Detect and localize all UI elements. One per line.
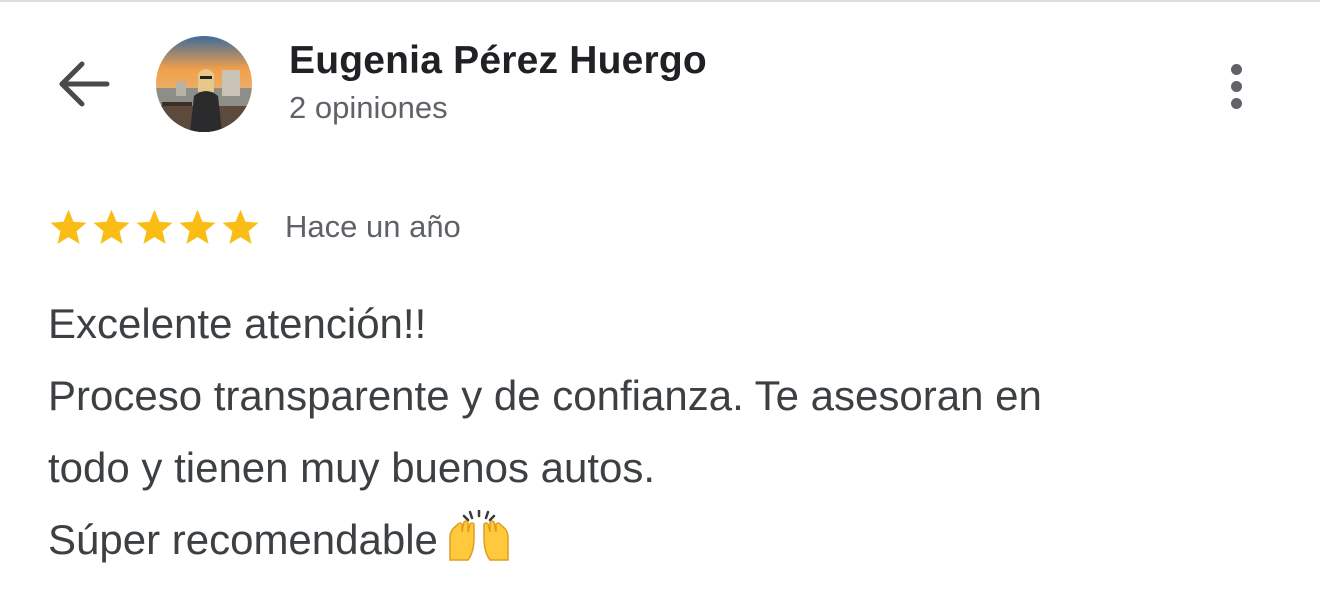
review-header: Eugenia Pérez Huergo 2 opiniones — [0, 0, 1320, 170]
avatar[interactable] — [156, 36, 252, 132]
reviewer-name[interactable]: Eugenia Pérez Huergo — [289, 39, 707, 83]
arrow-back-icon — [59, 61, 110, 107]
star-rating — [48, 207, 261, 248]
rating-row: Hace un año — [48, 205, 461, 249]
review-line-text: Súper recomendable — [48, 516, 438, 563]
more-vert-icon — [1230, 63, 1242, 75]
star-icon — [136, 209, 173, 244]
raising-hands-emoji-icon — [446, 508, 512, 584]
review-line-last: Súper recomendable — [48, 504, 1288, 584]
star-icon — [93, 209, 130, 244]
more-vert-icon-dot — [1230, 97, 1242, 109]
star-icon — [50, 209, 87, 244]
star-icon — [222, 209, 259, 244]
more-vert-icon-dot — [1230, 80, 1242, 92]
review-text: Excelente atención!! Proceso transparent… — [48, 288, 1288, 584]
review-line: todo y tienen muy buenos autos. — [48, 444, 656, 491]
review-line: Excelente atención!! — [48, 300, 427, 347]
review-date: Hace un año — [285, 209, 461, 244]
more-options-button[interactable] — [1212, 56, 1260, 116]
review-count: 2 opiniones — [289, 90, 448, 125]
back-button[interactable] — [52, 58, 116, 110]
review-line: Proceso transparente y de confianza. Te … — [48, 372, 1042, 419]
star-icon — [179, 209, 216, 244]
